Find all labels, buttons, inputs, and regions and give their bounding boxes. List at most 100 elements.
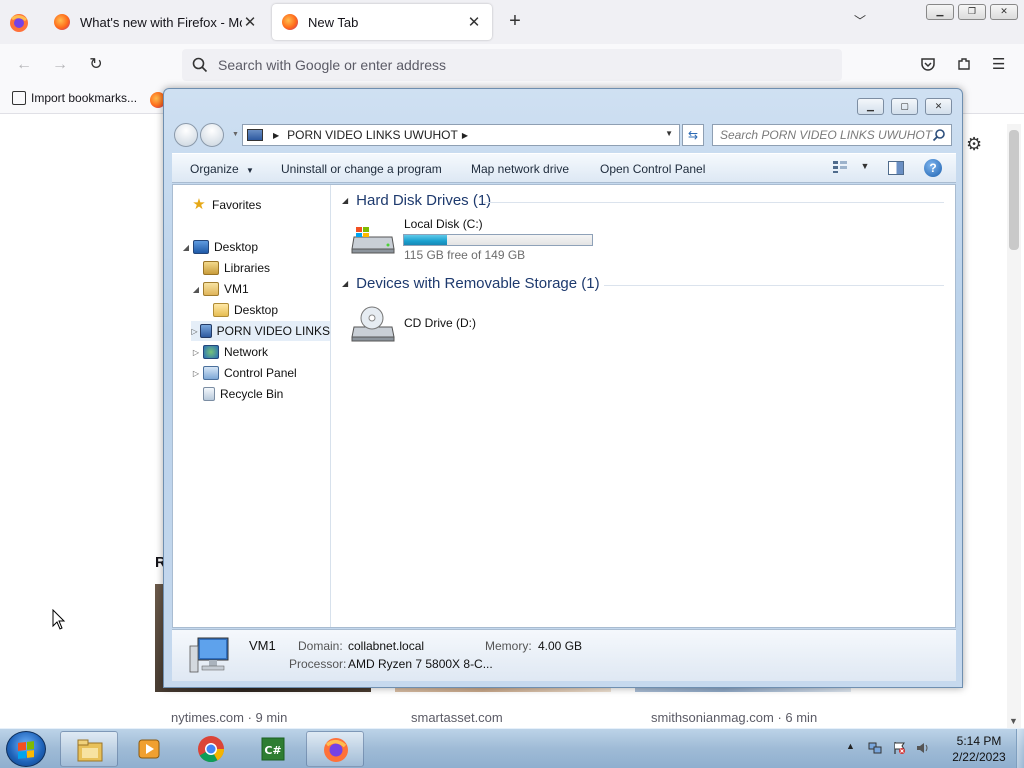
scrollbar-thumb[interactable]	[1009, 130, 1019, 250]
page-scrollbar[interactable]: ▼	[1007, 124, 1021, 728]
taskbar-firefox[interactable]	[306, 731, 364, 767]
close-tab-icon[interactable]: ✕	[242, 13, 258, 31]
url-bar[interactable]: Search with Google or enter address	[182, 49, 842, 81]
nav-label: Libraries	[224, 261, 271, 275]
restore-window-button[interactable]: ❐	[958, 4, 986, 20]
explorer-window: ▁ ▢ ✕ ▼ ▶ PORN VIDEO LINKS UWUHOT ▶ ▼ ⇆ …	[163, 88, 963, 688]
expand-arrow-icon[interactable]: ▷	[191, 348, 201, 357]
nav-label: Recycle Bin	[220, 387, 284, 401]
taskbar-windows-explorer[interactable]	[60, 731, 118, 767]
import-bookmarks-button[interactable]: Import bookmarks...	[12, 91, 137, 105]
memory-label: Memory:	[485, 639, 532, 653]
group-title: Hard Disk Drives (1)	[356, 192, 492, 209]
show-hidden-icons-icon[interactable]: ▲	[846, 741, 855, 751]
cd-drive-icon	[351, 306, 395, 342]
taskbar-csharp-editor[interactable]: C#	[244, 731, 302, 767]
group-title: Devices with Removable Storage (1)	[356, 275, 600, 292]
action-center-icon[interactable]	[892, 741, 906, 755]
expand-arrow-icon[interactable]: ▷	[191, 369, 201, 378]
computer-icon	[199, 324, 212, 338]
tab-whats-new[interactable]: What's new with Firefox - More ✕	[44, 4, 268, 40]
maximize-window-button[interactable]: ▢	[891, 98, 918, 115]
import-icon	[12, 91, 26, 105]
back-button[interactable]	[174, 123, 198, 147]
reload-icon[interactable]: ↻	[84, 54, 108, 76]
system-clock[interactable]: 5:14 PM 2/22/2023	[944, 733, 1014, 765]
hamburger-menu-icon[interactable]: ☰	[992, 55, 1005, 73]
scroll-down-icon[interactable]: ▼	[1009, 716, 1018, 726]
collapse-arrow-icon[interactable]: ◢	[191, 285, 201, 294]
firefox-view-icon[interactable]	[8, 12, 30, 34]
extensions-icon[interactable]	[956, 56, 972, 72]
gear-icon[interactable]: ⚙	[966, 134, 982, 155]
breadcrumb-arrow-icon[interactable]: ▶	[462, 131, 468, 140]
content-pane: ◢ Hard Disk Drives (1) Local Disk (C:) 1…	[332, 185, 955, 627]
taskbar: C# ▲ 5:14 PM 2/22/2023	[0, 728, 1024, 768]
search-box[interactable]: Search PORN VIDEO LINKS UWUHOT	[712, 124, 952, 146]
nav-desktop[interactable]: ◢ Desktop	[181, 237, 258, 257]
group-divider	[604, 285, 944, 286]
close-window-button[interactable]: ✕	[925, 98, 952, 115]
pocket-icon[interactable]	[920, 56, 936, 72]
group-header-removable[interactable]: ◢ Devices with Removable Storage (1)	[342, 275, 600, 292]
svg-text:C#: C#	[264, 744, 281, 757]
address-dropdown-icon[interactable]: ▼	[665, 129, 673, 138]
taskbar-media-player[interactable]	[120, 731, 178, 767]
close-tab-icon[interactable]: ✕	[466, 13, 482, 31]
start-button[interactable]	[6, 731, 46, 767]
nav-network[interactable]: ▷ Network	[191, 342, 268, 362]
group-header-hard-disks[interactable]: ◢ Hard Disk Drives (1)	[342, 192, 491, 209]
nav-recycle-bin[interactable]: Recycle Bin	[203, 384, 283, 404]
recent-pages-icon[interactable]: ▼	[232, 131, 239, 138]
forward-button[interactable]	[200, 123, 224, 147]
breadcrumb-arrow-icon[interactable]: ▶	[273, 131, 279, 140]
collapse-arrow-icon[interactable]: ◢	[181, 243, 191, 252]
refresh-icon[interactable]: ⇆	[682, 124, 704, 146]
list-all-tabs-icon[interactable]: ﹀	[854, 12, 866, 29]
minimize-window-button[interactable]: ▁	[857, 98, 884, 115]
clock-date: 2/22/2023	[952, 750, 1006, 764]
folder-icon	[213, 303, 229, 317]
processor-value: AMD Ryzen 7 5800X 8-C...	[348, 657, 493, 671]
close-window-button[interactable]: ✕	[990, 4, 1018, 20]
minimize-window-button[interactable]: ▁	[926, 4, 954, 20]
map-network-drive-button[interactable]: Map network drive	[471, 162, 569, 176]
tab-new-tab[interactable]: New Tab ✕	[272, 4, 492, 40]
command-bar: Organize ▼ Uninstall or change a program…	[172, 153, 956, 183]
nav-vm1[interactable]: ◢ VM1	[191, 279, 249, 299]
domain-value: collabnet.local	[348, 639, 425, 653]
search-icon[interactable]	[932, 128, 946, 142]
show-desktop-button[interactable]	[1016, 729, 1024, 768]
forward-arrow-icon[interactable]: →	[48, 54, 72, 76]
recycle-bin-icon	[203, 387, 215, 401]
nav-control-panel[interactable]: ▷ Control Panel	[191, 363, 297, 383]
nav-vm1-desktop[interactable]: Desktop	[213, 300, 278, 320]
organize-button[interactable]: Organize ▼	[190, 162, 254, 176]
uninstall-program-button[interactable]: Uninstall or change a program	[281, 162, 442, 176]
search-placeholder: Search PORN VIDEO LINKS UWUHOT	[720, 128, 933, 142]
expand-arrow-icon[interactable]: ▷	[191, 327, 198, 336]
computer-icon	[247, 129, 263, 141]
navigation-pane: ★ Favorites ◢ Desktop Libraries ◢ VM1 De…	[173, 185, 331, 627]
address-bar[interactable]: ▶ PORN VIDEO LINKS UWUHOT ▶ ▼	[242, 124, 680, 146]
organize-label: Organize	[190, 162, 239, 176]
preview-pane-icon[interactable]	[888, 161, 904, 175]
change-view-button[interactable]: ▼	[832, 160, 872, 178]
computer-name: VM1	[249, 638, 276, 653]
volume-icon[interactable]	[916, 741, 930, 755]
nav-computer[interactable]: ▷ PORN VIDEO LINKS	[191, 321, 330, 341]
collapse-arrow-icon[interactable]: ◢	[342, 279, 348, 288]
address-path[interactable]: PORN VIDEO LINKS UWUHOT	[287, 128, 458, 142]
collapse-arrow-icon[interactable]: ◢	[342, 196, 348, 205]
nav-libraries[interactable]: Libraries	[203, 258, 270, 278]
new-tab-button[interactable]: +	[503, 10, 527, 34]
back-arrow-icon[interactable]: ←	[12, 54, 36, 76]
csharp-icon: C#	[261, 737, 285, 761]
tab-title: New Tab	[308, 14, 359, 30]
help-icon[interactable]: ?	[924, 159, 942, 177]
nav-favorites[interactable]: ★ Favorites	[191, 195, 261, 215]
url-placeholder: Search with Google or enter address	[218, 57, 447, 73]
open-control-panel-button[interactable]: Open Control Panel	[600, 162, 705, 176]
taskbar-chrome[interactable]	[182, 731, 240, 767]
network-tray-icon[interactable]	[868, 741, 882, 755]
